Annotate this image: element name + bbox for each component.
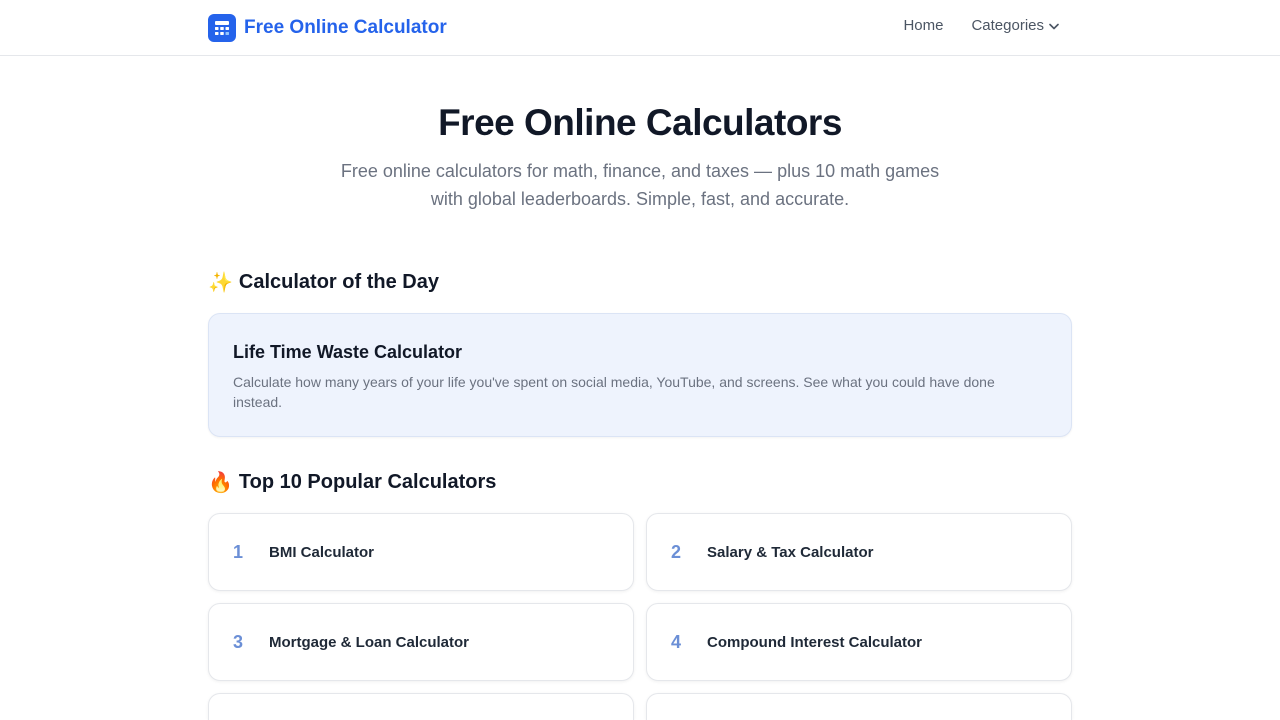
section-heading-text: Top 10 Popular Calculators: [238, 471, 497, 493]
rank-number: 3: [233, 631, 244, 652]
calculator-icon: [208, 14, 236, 42]
nav-categories-label: Categories: [971, 17, 1044, 34]
calculator-name: BMI Calculator: [269, 543, 375, 561]
page-subtitle: Free online calculators for math, financ…: [340, 161, 940, 209]
sparkles-icon: ✨: [208, 272, 233, 294]
calculator-of-the-day-heading: ✨ Calculator of the Day: [208, 270, 439, 295]
featured-calculator-name: Life Time Waste Calculator: [233, 342, 463, 362]
rank-number: 2: [671, 541, 682, 562]
popular-calculator-card[interactable]: 4 Compound Interest Calculator: [646, 603, 1072, 681]
rank-number: 4: [671, 631, 682, 652]
main-nav: Home Categories: [875, 17, 1059, 34]
popular-calculators-heading: 🔥 Top 10 Popular Calculators: [208, 470, 496, 495]
section-heading-text: Calculator of the Day: [238, 271, 439, 293]
page-title: Free Online Calculators: [438, 102, 842, 143]
popular-calculator-card[interactable]: 3 Mortgage & Loan Calculator: [208, 603, 634, 681]
calculator-name: Salary & Tax Calculator: [707, 543, 874, 561]
chevron-down-icon: [1049, 17, 1059, 34]
nav-home-link[interactable]: Home: [903, 17, 943, 34]
nav-categories-dropdown[interactable]: Categories: [971, 17, 1059, 34]
calculator-name: Compound Interest Calculator: [707, 633, 923, 651]
top-navbar: Free Online Calculator Home Categories: [0, 0, 1280, 56]
fire-icon: 🔥: [208, 472, 233, 494]
calculator-name: Mortgage & Loan Calculator: [269, 633, 470, 651]
popular-calculator-card[interactable]: [646, 693, 1072, 720]
popular-calculator-card[interactable]: 2 Salary & Tax Calculator: [646, 513, 1072, 591]
popular-calculator-card[interactable]: 1 BMI Calculator: [208, 513, 634, 591]
rank-number: 1: [233, 541, 244, 562]
brand-link[interactable]: Free Online Calculator: [208, 14, 447, 42]
calculator-of-the-day-card[interactable]: Life Time Waste Calculator Calculate how…: [208, 313, 1072, 437]
featured-calculator-description: Calculate how many years of your life yo…: [233, 374, 995, 410]
brand-name: Free Online Calculator: [244, 17, 447, 38]
popular-calculator-card[interactable]: [208, 693, 634, 720]
